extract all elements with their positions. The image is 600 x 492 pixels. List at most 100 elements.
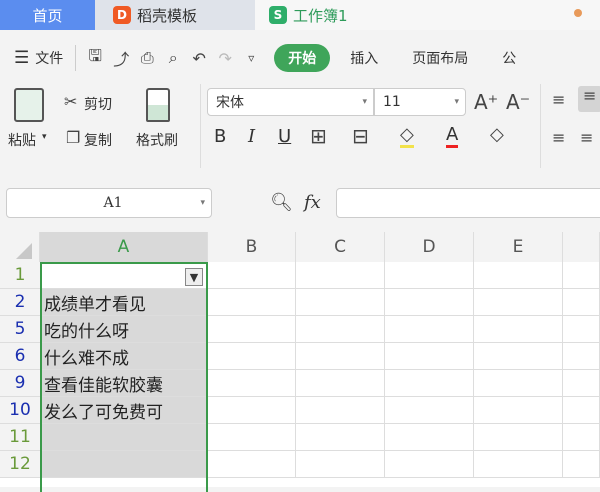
cell-a[interactable]: 吃的什么呀 [40, 316, 208, 343]
cell[interactable] [563, 424, 600, 451]
underline-button[interactable]: U [278, 126, 291, 147]
cell[interactable] [563, 370, 600, 397]
font-name-select[interactable]: 宋体 ▾ [207, 88, 374, 116]
paste-icon[interactable] [14, 88, 44, 122]
align-top-icon[interactable]: ≡ [552, 90, 565, 109]
column-header-c[interactable]: C [296, 232, 385, 262]
cell-a[interactable]: 什么难不成 [40, 343, 208, 370]
row-header[interactable]: 11 [0, 424, 40, 451]
spreadsheet-grid[interactable]: A B C D E 1 2 成绩单才看见 5 吃的什么呀 6 什么难不成 9 查看佳能软胶囊 10… [0, 232, 600, 492]
cell[interactable] [563, 262, 600, 289]
cell[interactable] [385, 451, 474, 478]
font-color-button[interactable]: A [446, 124, 459, 148]
cell[interactable] [474, 424, 563, 451]
fill-color-icon[interactable]: ◇ [400, 124, 414, 148]
cell[interactable] [385, 397, 474, 424]
cell[interactable] [208, 397, 296, 424]
column-header-d[interactable]: D [385, 232, 474, 262]
cell[interactable] [208, 451, 296, 478]
cell[interactable] [296, 316, 385, 343]
cell-a[interactable]: 发么了可免费可 [40, 397, 208, 424]
cell-a[interactable] [40, 262, 208, 289]
cell[interactable] [563, 289, 600, 316]
cell[interactable] [563, 397, 600, 424]
cell[interactable] [474, 262, 563, 289]
print-preview-icon[interactable]: ⌕ [163, 48, 183, 68]
column-header-e[interactable]: E [474, 232, 563, 262]
cell[interactable] [474, 370, 563, 397]
cell-a[interactable]: 查看佳能软胶囊 [40, 370, 208, 397]
cell[interactable] [296, 370, 385, 397]
cell[interactable] [563, 343, 600, 370]
cell-a[interactable]: 成绩单才看见 [40, 289, 208, 316]
cell-style-icon[interactable]: ⊟ [352, 124, 369, 148]
print-icon[interactable]: ⎙ [137, 48, 157, 68]
cell[interactable] [385, 424, 474, 451]
cell[interactable] [563, 316, 600, 343]
column-header-b[interactable]: B [208, 232, 296, 262]
bold-button[interactable]: B [214, 126, 226, 147]
redo-icon[interactable]: ↷ [215, 49, 235, 68]
cell[interactable] [208, 343, 296, 370]
column-header-a[interactable]: A [40, 232, 208, 262]
align-left-icon[interactable]: ≡ [552, 128, 565, 147]
font-size-select[interactable]: 11 ▾ [374, 88, 466, 116]
cell[interactable] [296, 397, 385, 424]
tab-template[interactable]: D 稻壳模板 [95, 0, 255, 30]
border-icon[interactable]: ⊞ [310, 124, 327, 148]
cell[interactable] [296, 289, 385, 316]
copy-icon[interactable]: ❐ [66, 128, 80, 147]
cell[interactable] [208, 424, 296, 451]
align-center-icon[interactable]: ≡ [580, 128, 593, 147]
cell[interactable] [385, 343, 474, 370]
row-header[interactable]: 6 [0, 343, 40, 370]
cell[interactable] [474, 343, 563, 370]
format-painter-icon[interactable] [146, 88, 170, 122]
cell-a[interactable] [40, 451, 208, 478]
export-icon[interactable]: ⤴ [111, 46, 131, 70]
tab-page-layout[interactable]: 页面布局 [412, 48, 468, 68]
row-header[interactable]: 10 [0, 397, 40, 424]
cell[interactable] [474, 316, 563, 343]
cell-a[interactable] [40, 424, 208, 451]
format-painter-button[interactable]: 格式刷 [136, 130, 178, 150]
tab-insert[interactable]: 插入 [350, 48, 378, 68]
save-icon[interactable]: 🖫 [85, 45, 105, 72]
row-header[interactable]: 1 [0, 262, 40, 289]
customize-dropdown-icon[interactable]: ▿ [241, 51, 261, 65]
paste-button[interactable]: 粘贴 [8, 130, 36, 150]
row-header[interactable]: 9 [0, 370, 40, 397]
copy-button[interactable]: 复制 [84, 130, 112, 150]
select-all-corner[interactable] [0, 232, 40, 262]
cell[interactable] [474, 451, 563, 478]
decrease-font-icon[interactable]: A⁻ [506, 90, 530, 114]
cell[interactable] [296, 343, 385, 370]
scissors-icon[interactable]: ✂ [64, 92, 77, 111]
italic-button[interactable]: I [248, 126, 255, 147]
paste-dropdown-icon[interactable]: ▾ [42, 132, 47, 142]
file-menu[interactable]: ☰ 文件 [14, 48, 63, 68]
cell[interactable] [208, 262, 296, 289]
formula-input[interactable] [336, 188, 600, 218]
cell[interactable] [296, 451, 385, 478]
undo-icon[interactable]: ↶ [189, 49, 209, 68]
row-header[interactable]: 2 [0, 289, 40, 316]
filter-button[interactable]: ▼ [185, 268, 203, 286]
tab-home[interactable]: 首页 [0, 0, 95, 30]
name-box[interactable]: A1 ▾ [6, 188, 212, 218]
tab-start[interactable]: 开始 [274, 44, 331, 72]
tab-formula[interactable]: 公 [502, 48, 516, 68]
cell[interactable] [385, 262, 474, 289]
cell[interactable] [385, 370, 474, 397]
cell[interactable] [474, 289, 563, 316]
row-header[interactable]: 12 [0, 451, 40, 478]
cell[interactable] [474, 397, 563, 424]
zoom-search-icon[interactable]: 🔍︎ [270, 192, 293, 213]
tab-workbook[interactable]: S 工作簿1 [255, 0, 600, 30]
insert-function-button[interactable]: fx [304, 192, 321, 213]
row-header[interactable]: 5 [0, 316, 40, 343]
align-middle-icon[interactable]: ≡ [578, 86, 600, 112]
cell[interactable] [208, 370, 296, 397]
cell[interactable] [385, 289, 474, 316]
cell[interactable] [385, 316, 474, 343]
